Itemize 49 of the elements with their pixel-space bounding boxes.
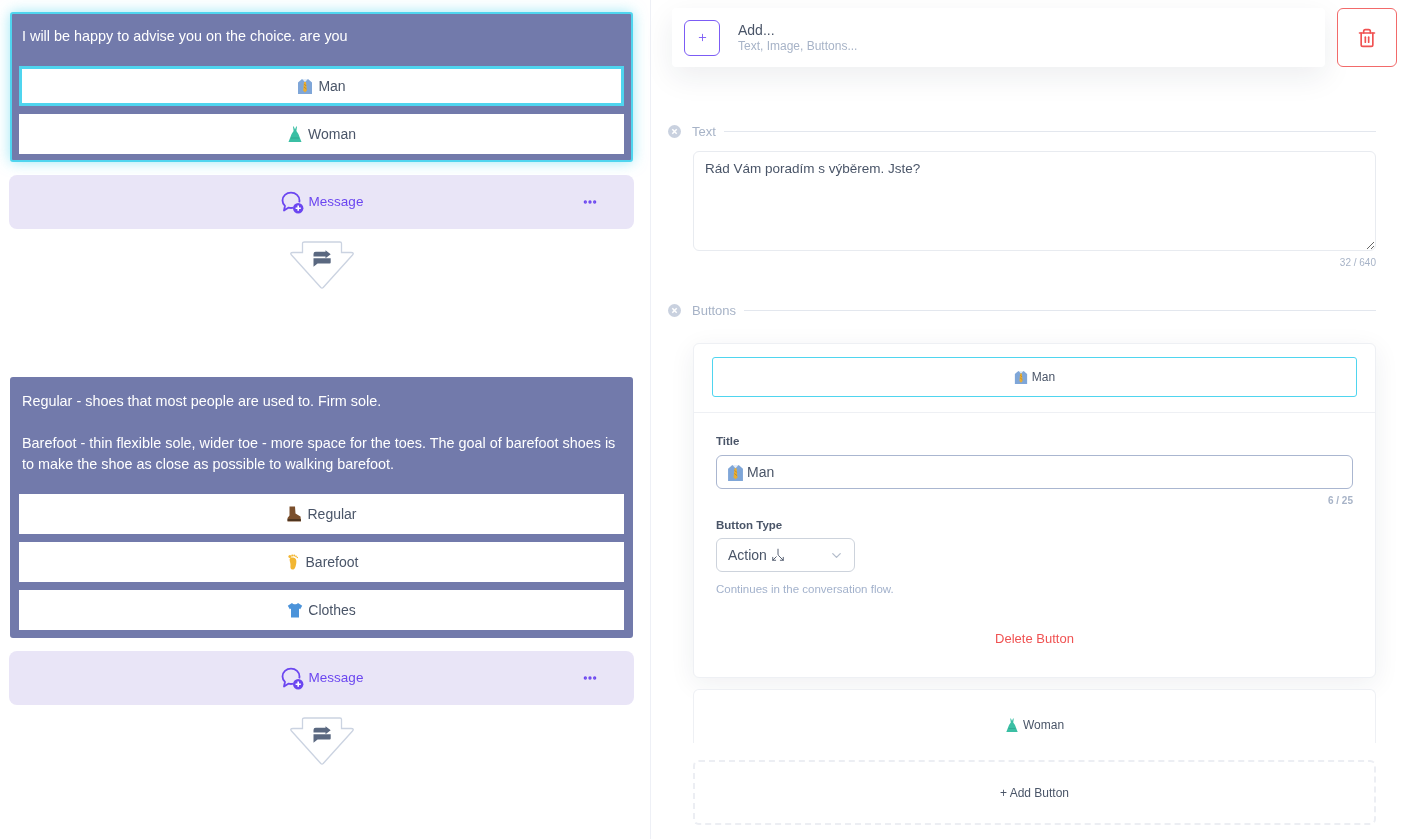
section-label: Buttons [692, 301, 737, 320]
reply-button[interactable]: Man [19, 66, 624, 106]
boot-icon [286, 506, 303, 522]
t-shirt-icon [287, 602, 304, 618]
message-text: Barefoot - thin flexible sole, wider toe - more space for the toes. The goal of barefoot shoes is to make the shoe as close as possible to walking barefoot. [22, 434, 617, 474]
title-input[interactable]: Man [716, 455, 1353, 489]
message-label: Message [308, 192, 364, 211]
character-counter: 6 / 25 [1327, 495, 1353, 507]
message-card[interactable] [10, 377, 633, 638]
button-type-select[interactable]: Action [716, 538, 855, 572]
section-label: Text [692, 123, 716, 141]
message-text: Regular - shoes that most people are used to. Firm sole. [22, 392, 383, 411]
field-label: Title [716, 434, 741, 448]
forward-arrow-icon [312, 250, 331, 267]
add-button[interactable] [684, 19, 720, 56]
message-label: Message [308, 668, 364, 687]
trash-icon [1357, 27, 1377, 48]
reply-button[interactable]: Regular [19, 494, 624, 534]
message-card[interactable]: I will be happy to advise you on the choice. are you Man Woman [10, 12, 633, 162]
reply-button[interactable]: Clothes [19, 590, 624, 630]
delete-button-link[interactable]: Delete Button [995, 631, 1074, 647]
message-text: I will be happy to advise you on the choice. are you [22, 27, 349, 46]
plus-icon [696, 32, 708, 43]
add-button-area[interactable]: + Add Button [693, 760, 1376, 825]
dress-icon [1004, 718, 1019, 732]
field-label: Button Type [716, 518, 784, 532]
add-subtitle: Text, Image, Buttons... [738, 38, 858, 54]
button-preview[interactable]: Man [712, 357, 1357, 397]
message-bar[interactable]: Message [9, 651, 634, 705]
shirt-and-tie-icon [727, 463, 744, 481]
message-bar[interactable]: Message [9, 175, 634, 229]
forward-arrow-icon [312, 726, 331, 743]
hint-text: Continues in the conversation flow. [716, 582, 895, 596]
delete-button[interactable] [1337, 8, 1397, 67]
character-counter: 32 / 640 [1339, 256, 1376, 269]
down-arrow-connector [288, 241, 355, 289]
add-title: Add... [738, 21, 776, 39]
chat-bubble-plus-icon [279, 190, 304, 214]
reply-button[interactable]: Woman [19, 114, 624, 154]
button-item-card[interactable]: Woman [693, 689, 1376, 743]
reply-button[interactable]: Barefoot [19, 542, 624, 582]
down-arrow-connector [288, 717, 355, 765]
branch-icon [770, 548, 785, 562]
chat-bubble-plus-icon [279, 666, 304, 690]
button-label: Woman [1022, 718, 1065, 732]
shirt-and-tie-icon [297, 78, 314, 94]
shirt-and-tie-icon [1013, 370, 1028, 384]
message-text-field[interactable]: Rád Vám poradím s výběrem. Jste? [693, 150, 1376, 251]
dress-icon [287, 126, 303, 142]
